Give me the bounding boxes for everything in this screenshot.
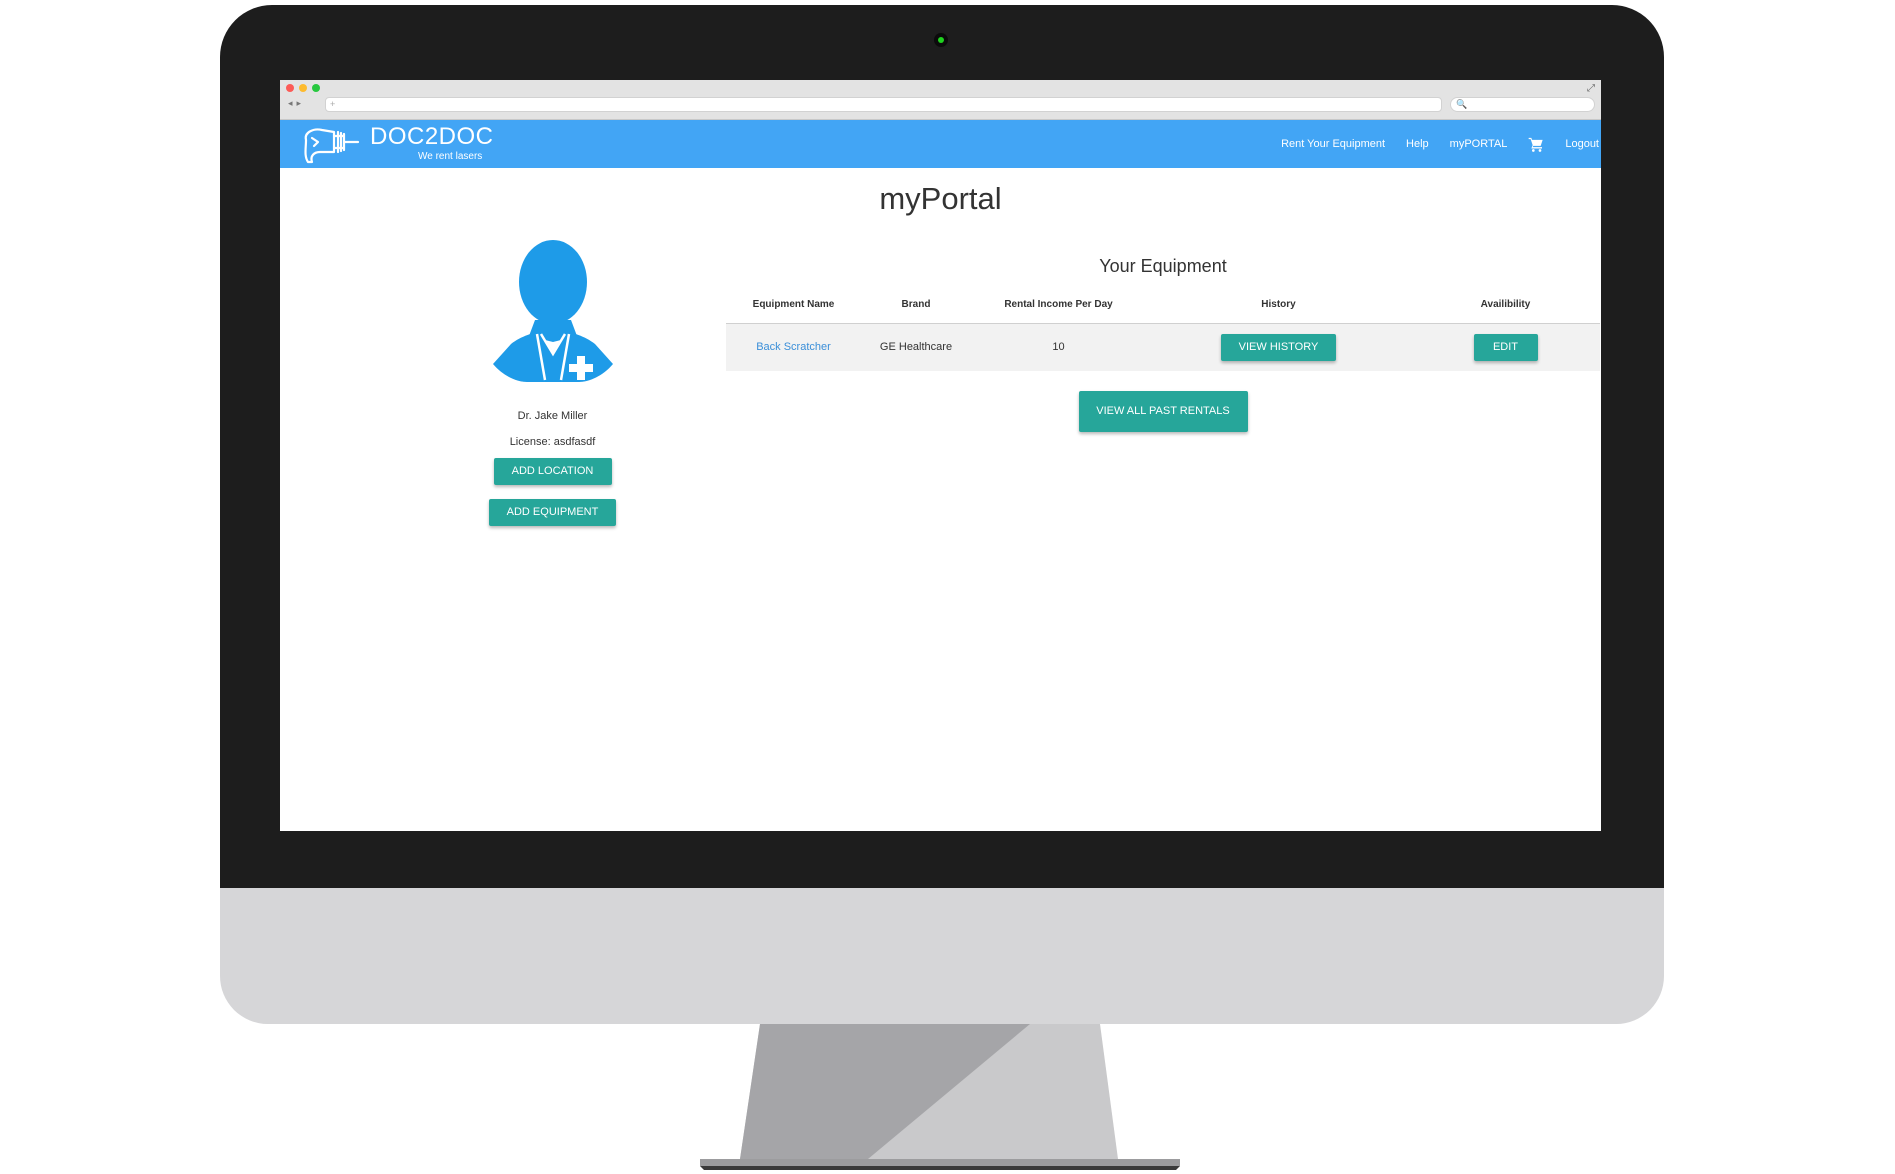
view-history-button[interactable]: VIEW HISTORY (1221, 333, 1336, 361)
col-availability: Availibility (1411, 287, 1600, 324)
view-all-past-rentals-button[interactable]: VIEW ALL PAST RENTALS (1078, 391, 1248, 432)
equipment-income: 10 (971, 323, 1146, 371)
nav-rent-equipment[interactable]: Rent Your Equipment (1281, 138, 1385, 150)
profile-panel: Dr. Jake Miller License: asdfasdf ADD LO… (450, 240, 655, 526)
nav-logout[interactable]: Logout (1565, 138, 1599, 150)
col-history: History (1146, 287, 1411, 324)
doctor-name: Dr. Jake Miller (517, 410, 588, 422)
monitor-chin (220, 888, 1664, 1024)
equipment-name-link[interactable]: Back Scratcher (756, 341, 831, 353)
equipment-title: Your Equipment (1099, 256, 1227, 276)
cart-icon[interactable] (1528, 137, 1544, 152)
table-header-row: Equipment Name Brand Rental Income Per D… (726, 287, 1600, 324)
back-forward-icon[interactable]: ◂▸ (288, 98, 305, 109)
monitor-frame: ◂▸ + 🔍 ⤢ DOC2DOC We rent lasers Rent You… (220, 5, 1664, 1170)
equipment-section: Your Equipment Equipment Name Brand Rent… (726, 256, 1600, 432)
col-rental-income: Rental Income Per Day (971, 287, 1146, 324)
equipment-table: Equipment Name Brand Rental Income Per D… (726, 287, 1600, 371)
add-location-button[interactable]: ADD LOCATION (493, 458, 612, 485)
screen: ◂▸ + 🔍 ⤢ DOC2DOC We rent lasers Rent You… (280, 80, 1601, 831)
equipment-brand: GE Healthcare (861, 323, 971, 371)
nav-help[interactable]: Help (1406, 138, 1429, 150)
monitor-bezel: ◂▸ + 🔍 ⤢ DOC2DOC We rent lasers Rent You… (220, 5, 1664, 888)
browser-chrome: ◂▸ + 🔍 ⤢ (280, 80, 1601, 120)
nav-myportal[interactable]: myPORTAL (1450, 138, 1508, 150)
address-bar[interactable]: + (325, 97, 1442, 112)
brand-name[interactable]: DOC2DOC (370, 123, 494, 151)
browser-search-input[interactable]: 🔍 (1450, 97, 1595, 112)
doctor-avatar-icon (492, 240, 613, 382)
top-nav: Rent Your Equipment Help myPORTAL Logout (1260, 120, 1599, 168)
brand-tagline: We rent lasers (418, 151, 483, 162)
minimize-window-icon[interactable] (299, 84, 307, 92)
table-row: Back Scratcher GE Healthcare 10 VIEW HIS… (726, 323, 1600, 371)
app-header: DOC2DOC We rent lasers Rent Your Equipme… (280, 120, 1601, 168)
col-brand: Brand (861, 287, 971, 324)
edit-availability-button[interactable]: EDIT (1473, 333, 1538, 361)
webcam-icon (934, 33, 948, 47)
laser-logo-icon[interactable] (300, 122, 362, 166)
col-equipment-name: Equipment Name (726, 287, 861, 324)
maximize-window-icon[interactable] (312, 84, 320, 92)
doctor-license: License: asdfasdf (509, 436, 596, 448)
add-equipment-button[interactable]: ADD EQUIPMENT (489, 499, 616, 526)
close-window-icon[interactable] (286, 84, 294, 92)
expand-icon[interactable]: ⤢ (1587, 83, 1595, 94)
page-title: myPortal (879, 181, 1002, 216)
